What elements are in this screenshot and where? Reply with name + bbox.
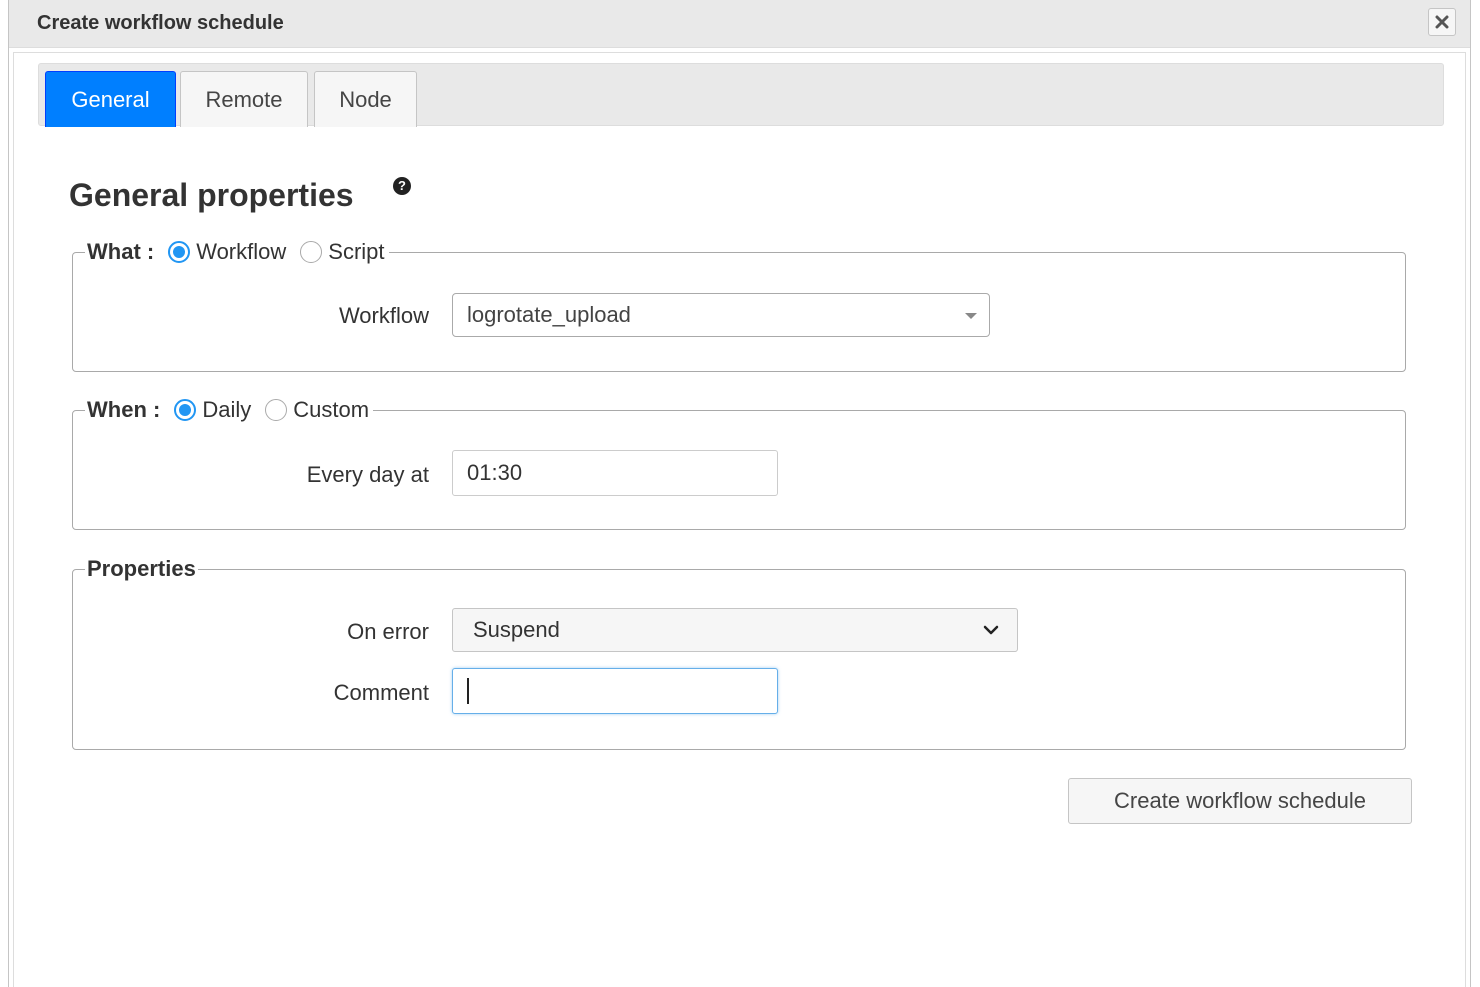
close-button[interactable] bbox=[1428, 8, 1456, 36]
workflow-radio[interactable] bbox=[168, 241, 191, 263]
comment-label: Comment bbox=[333, 680, 429, 705]
tab-node[interactable]: Node bbox=[314, 71, 417, 127]
properties-label: Properties bbox=[87, 556, 196, 581]
what-label: What : bbox=[87, 239, 155, 264]
workflow-radio-label[interactable]: Workflow bbox=[196, 239, 286, 265]
dialog-titlebar[interactable]: Create workflow schedule bbox=[9, 0, 1470, 48]
script-radio-label[interactable]: Script bbox=[328, 239, 384, 265]
comment-input[interactable] bbox=[452, 668, 778, 714]
custom-radio-label[interactable]: Custom bbox=[293, 397, 369, 423]
script-radio[interactable] bbox=[300, 241, 323, 263]
daily-radio-label[interactable]: Daily bbox=[202, 397, 251, 423]
on-error-label: On error bbox=[347, 619, 429, 644]
custom-radio[interactable] bbox=[265, 399, 288, 421]
what-legend: What : Workflow Script bbox=[85, 239, 389, 265]
chevron-down-icon bbox=[983, 625, 999, 635]
close-icon bbox=[1435, 15, 1449, 29]
workflow-select-value: logrotate_upload bbox=[467, 302, 631, 327]
tab-general[interactable]: General bbox=[45, 71, 176, 127]
every-day-label: Every day at bbox=[306, 462, 429, 487]
section-heading: General properties bbox=[69, 177, 354, 213]
properties-legend: Properties bbox=[85, 556, 198, 582]
caret-down-icon bbox=[965, 313, 977, 319]
dialog-content: General Remote Node General properties ?… bbox=[13, 52, 1466, 987]
tab-remote[interactable]: Remote bbox=[180, 71, 308, 127]
time-input[interactable]: 01:30 bbox=[452, 450, 778, 496]
tab-bar: General Remote Node bbox=[38, 63, 1444, 127]
on-error-value: Suspend bbox=[473, 617, 560, 642]
workflow-label: Workflow bbox=[338, 303, 429, 328]
when-legend: When : Daily Custom bbox=[85, 397, 373, 423]
create-schedule-button[interactable]: Create workflow schedule bbox=[1068, 778, 1412, 824]
properties-fieldset: Properties bbox=[72, 556, 1406, 750]
daily-radio[interactable] bbox=[174, 399, 197, 421]
time-input-value: 01:30 bbox=[467, 460, 523, 485]
text-cursor bbox=[467, 678, 469, 704]
dialog-title: Create workflow schedule bbox=[37, 12, 284, 34]
workflow-select[interactable]: logrotate_upload bbox=[452, 293, 990, 337]
on-error-select[interactable]: Suspend bbox=[452, 608, 1018, 652]
when-label: When : bbox=[87, 397, 161, 422]
workflow-schedule-dialog: Create workflow schedule General Remote … bbox=[8, 0, 1471, 987]
help-icon[interactable]: ? bbox=[393, 177, 411, 195]
